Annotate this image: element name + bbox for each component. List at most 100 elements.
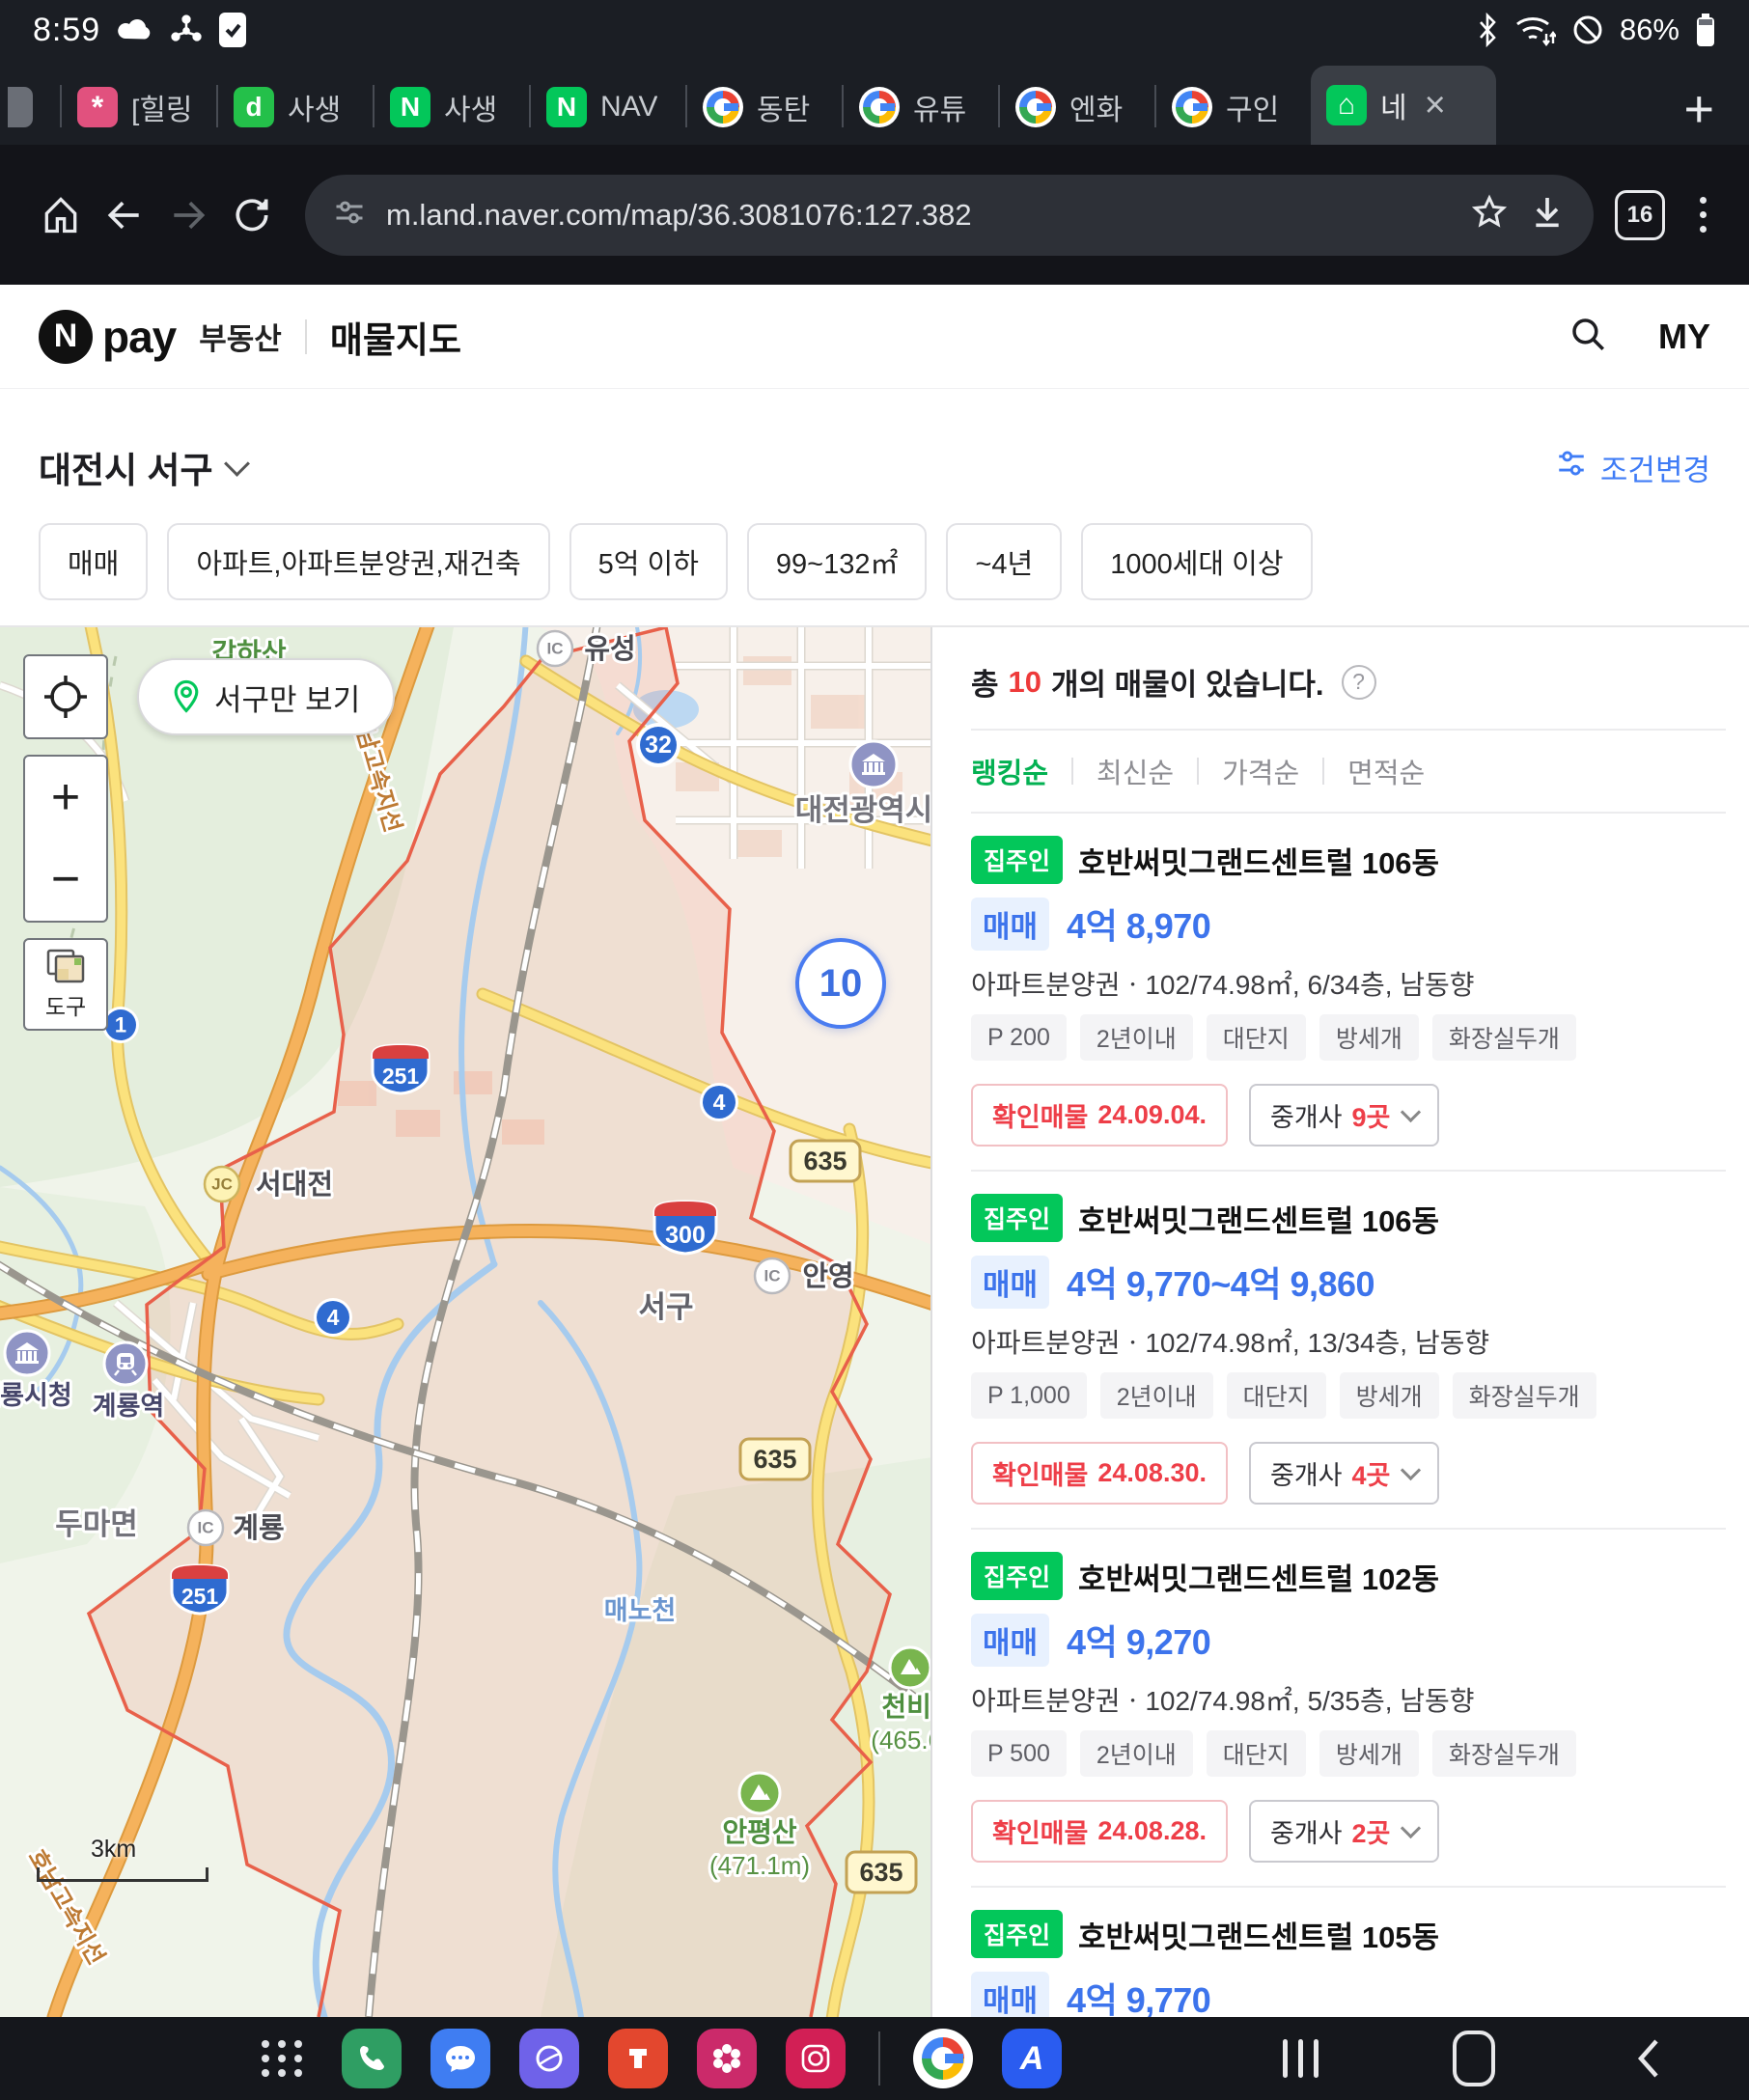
route-300-shield: 300: [654, 1202, 716, 1254]
listing-tags: P 200 2년이내 대단지 방세개 화장실두개: [971, 1014, 1726, 1061]
download-icon[interactable]: [1528, 193, 1567, 236]
chip-price[interactable]: 5억 이하: [569, 523, 728, 600]
samsung-internet-app-icon[interactable]: [519, 2029, 579, 2088]
zoom-out-button[interactable]: −: [23, 838, 108, 923]
tag: 2년이내: [1080, 1014, 1193, 1061]
listing-card[interactable]: 집주인 호반써밋그랜드센트럴 106동 매매 4억 9,770~4억 9,860…: [971, 1172, 1726, 1530]
status-bar: 8:59: [0, 0, 1749, 60]
change-conditions-button[interactable]: 조건변경: [1554, 446, 1710, 489]
site-settings-icon[interactable]: [332, 195, 367, 235]
tab-google-4[interactable]: 구인: [1156, 69, 1311, 145]
tab-healing[interactable]: * [힐링: [62, 69, 216, 145]
chip-area[interactable]: 99~132㎡: [747, 523, 928, 600]
agents-dropdown[interactable]: 중개사 4곳: [1249, 1442, 1439, 1505]
svg-text:서구: 서구: [638, 1290, 693, 1324]
naver-favicon: N: [390, 87, 430, 127]
new-tab-button[interactable]: +: [1683, 83, 1741, 145]
route-251-shield: 251: [373, 1045, 429, 1093]
listing-card[interactable]: 집주인 호반써밋그랜드센트럴 106동 매매 4억 8,970 아파트분양권ㆍ1…: [971, 814, 1726, 1172]
tab-google-2[interactable]: 유튜: [844, 69, 998, 145]
dock-divider: [878, 2031, 880, 2086]
svg-text:1: 1: [115, 1013, 126, 1037]
recents-button[interactable]: [1257, 2017, 1344, 2100]
confirmed-listing-badge: 확인매물24.08.28.: [971, 1800, 1228, 1863]
chip-age[interactable]: ~4년: [946, 523, 1062, 600]
url-bar[interactable]: m.land.naver.com/map/36.3081076:127.382: [305, 175, 1594, 256]
sort-ranking[interactable]: 랭킹순: [971, 751, 1048, 791]
results-count: 10: [1009, 665, 1041, 700]
tag: 방세개: [1319, 1014, 1419, 1061]
google-app-icon[interactable]: [913, 2029, 973, 2088]
back-nav-button[interactable]: [1604, 2017, 1691, 2100]
close-tab-icon[interactable]: ×: [1425, 87, 1446, 124]
nearby-share-icon: [170, 14, 203, 46]
menu-kebab-icon[interactable]: [1686, 197, 1720, 233]
camera-app-icon[interactable]: [786, 2029, 846, 2088]
trade-type-chip: 매매: [971, 1614, 1049, 1667]
google-favicon: [703, 87, 743, 127]
tab-google-3[interactable]: 엔화: [1000, 69, 1154, 145]
sort-newest[interactable]: 최신순: [1097, 751, 1174, 791]
region-selector[interactable]: 대전시 서구: [39, 441, 246, 493]
blue-a-app-icon[interactable]: A: [1002, 2029, 1062, 2088]
listing-card[interactable]: 집주인 호반써밋그랜드센트럴 102동 매매 4억 9,270 아파트분양권ㆍ1…: [971, 1530, 1726, 1888]
agents-dropdown[interactable]: 중개사 2곳: [1249, 1800, 1439, 1863]
task-checkbox-icon: [218, 12, 247, 48]
map-tools-button[interactable]: 도구: [23, 938, 108, 1031]
chip-households[interactable]: 1000세대 이상: [1081, 523, 1312, 600]
route-635-badge: 635: [740, 1439, 810, 1479]
jc-seodaejeon-badge: JC: [205, 1167, 239, 1202]
home-button[interactable]: [29, 183, 93, 247]
tag: 화장실두개: [1432, 1730, 1576, 1777]
home-nav-button[interactable]: [1430, 2017, 1517, 2100]
tistory-app-icon[interactable]: [608, 2029, 668, 2088]
mountain-icon: [739, 1773, 780, 1813]
map-pin-icon: [172, 679, 201, 714]
chip-trade-type[interactable]: 매매: [39, 523, 148, 600]
phone-app-icon[interactable]: [342, 2029, 402, 2088]
svg-text:안영: 안영: [802, 1260, 853, 1292]
do-not-disturb-icon: [1571, 14, 1604, 46]
listing-cluster-marker[interactable]: 10: [795, 938, 886, 1029]
scale-bar: [37, 1867, 208, 1882]
bookmark-star-icon[interactable]: [1470, 193, 1509, 236]
sort-area[interactable]: 면적순: [1347, 751, 1425, 791]
my-location-button[interactable]: [23, 654, 108, 739]
flower-app-icon[interactable]: [697, 2029, 757, 2088]
region-row: 대전시 서구 조건변경: [39, 432, 1710, 502]
listing-tags: P 500 2년이내 대단지 방세개 화장실두개: [971, 1730, 1726, 1777]
tab-partial[interactable]: [8, 69, 60, 145]
messages-app-icon[interactable]: [430, 2029, 490, 2088]
tab-naver-1[interactable]: N 사생: [375, 69, 529, 145]
app-drawer-icon[interactable]: [253, 2029, 313, 2088]
back-button[interactable]: [93, 183, 156, 247]
sort-bar: 랭킹순 최신순 가격순 면적순: [971, 731, 1726, 814]
naver-pay-logo[interactable]: N pay 부동산: [39, 310, 282, 364]
chevron-down-icon: [1401, 1102, 1421, 1122]
zoom-in-button[interactable]: +: [23, 755, 108, 840]
agents-dropdown[interactable]: 중개사 9곳: [1249, 1084, 1439, 1147]
search-icon[interactable]: [1568, 314, 1608, 359]
browser-toolbar: m.land.naver.com/map/36.3081076:127.382 …: [0, 145, 1749, 285]
chip-property-type[interactable]: 아파트,아파트분양권,재건축: [167, 523, 549, 600]
partial-favicon: [8, 87, 33, 127]
forward-button[interactable]: [156, 183, 220, 247]
listing-card[interactable]: 집주인 호반써밋그랜드센트럴 105동 매매 4억 9,770: [971, 1888, 1726, 2017]
tab-counter[interactable]: 16: [1615, 190, 1665, 240]
reload-button[interactable]: [220, 183, 284, 247]
tab-naver-land-active[interactable]: ⌂ 네 ×: [1311, 66, 1496, 145]
header-divider: [305, 319, 307, 354]
view-district-only-button[interactable]: 서구만 보기: [137, 658, 395, 735]
tab-naver-2[interactable]: N NAV: [531, 69, 685, 145]
help-icon[interactable]: ?: [1342, 665, 1376, 700]
map-canvas[interactable]: 1 4 4 32 251 251: [0, 627, 932, 2017]
sort-price[interactable]: 가격순: [1222, 751, 1299, 791]
my-menu[interactable]: MY: [1658, 317, 1710, 357]
svg-text:매노천: 매노천: [604, 1596, 677, 1625]
tab-google-1[interactable]: 동탄: [687, 69, 842, 145]
listing-info: 아파트분양권ㆍ102/74.98㎡, 5/35층, 남동향: [971, 1680, 1726, 1711]
svg-text:635: 635: [803, 1147, 847, 1175]
owner-badge: 집주인: [971, 836, 1063, 884]
tab-daangn[interactable]: d 사생: [218, 69, 373, 145]
svg-text:대전광역시: 대전광역시: [795, 793, 932, 827]
